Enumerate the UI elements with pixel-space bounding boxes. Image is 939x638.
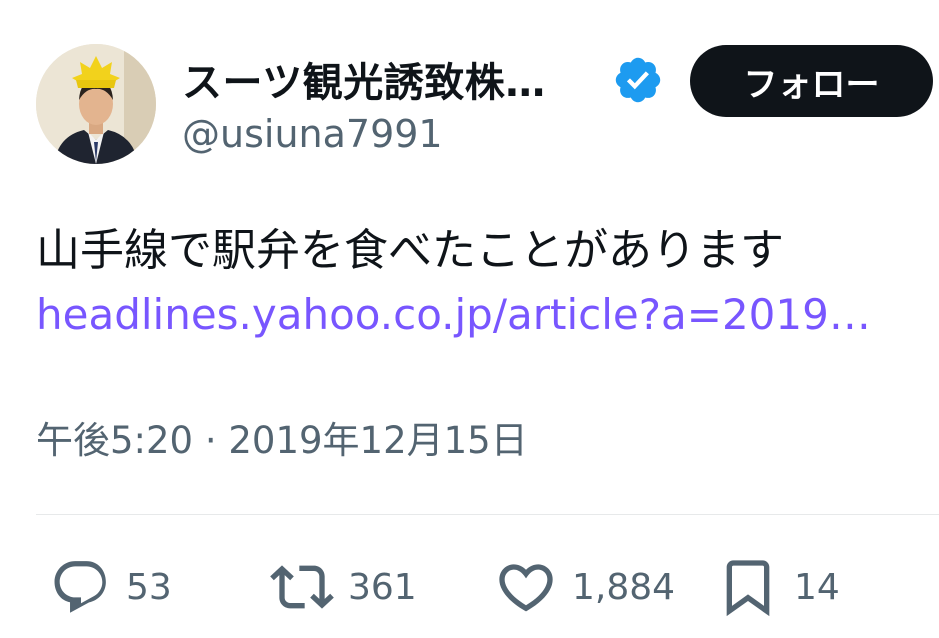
author-handle[interactable]: @usiuna7991 [182,112,443,156]
retweet-icon [270,565,334,609]
reply-icon [54,561,106,613]
tweet-text: 山手線で駅弁を食べたことがあります [36,225,784,276]
bookmark-button[interactable]: 14 [716,556,840,618]
retweet-button[interactable]: 361 [270,556,417,618]
retweet-count: 361 [348,566,417,608]
like-button[interactable]: 1,884 [494,556,675,618]
reply-button[interactable]: 53 [50,556,172,618]
like-count: 1,884 [572,566,676,608]
verified-badge-icon [615,57,661,103]
heart-icon [499,564,553,612]
bookmark-count: 14 [794,566,840,608]
divider [36,514,939,515]
bookmark-icon [726,560,770,617]
avatar[interactable] [36,44,156,164]
tweet-link[interactable]: headlines.yahoo.co.jp/article?a=2019… [36,290,871,339]
reply-count: 53 [126,566,172,608]
author-display-name[interactable]: スーツ観光誘致株… [182,50,546,108]
tweet-timestamp[interactable]: 午後5:20 · 2019年12月15日 [36,410,528,464]
follow-button[interactable]: フォロー [690,45,933,117]
avatar-image [36,44,156,164]
